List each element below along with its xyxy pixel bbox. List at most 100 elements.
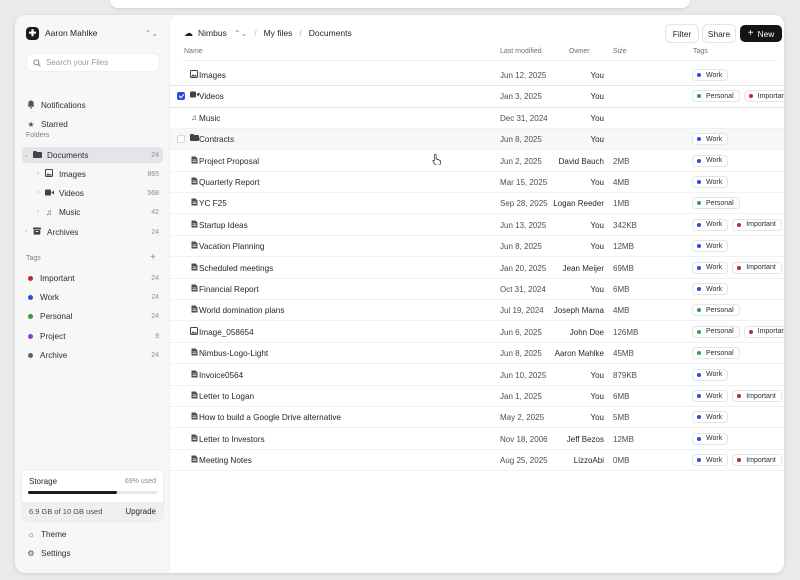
tag-pill[interactable]: Personal xyxy=(692,347,740,360)
breadcrumb-workspace[interactable]: Nimbus xyxy=(198,28,227,38)
breadcrumb-my-files[interactable]: My files xyxy=(264,28,293,38)
table-row[interactable]: YC F25 Sep 28, 2025 Logan Reeder 1MB Persona… xyxy=(170,193,784,215)
sidebar-folder-archives[interactable]: › Archives 24 xyxy=(22,224,163,240)
tag-pill[interactable]: Personal xyxy=(692,90,740,103)
upgrade-button[interactable]: Upgrade xyxy=(125,507,156,516)
file-name[interactable]: World domination plans xyxy=(199,306,284,315)
chevron-right-icon[interactable]: › xyxy=(34,209,42,215)
table-row[interactable]: World domination plans Jul 19, 2024 Joseph… xyxy=(170,300,784,322)
sidebar-tag-personal[interactable]: Personal 24 xyxy=(26,308,159,324)
nav-theme[interactable]: ☼ Theme xyxy=(26,526,159,542)
search-input[interactable] xyxy=(46,58,156,67)
tag-pill[interactable]: Work xyxy=(692,261,729,274)
tag-pill[interactable]: Important xyxy=(732,390,782,402)
table-row[interactable]: Letter to Logan Jan 1, 2025 You 6MB Work Impo… xyxy=(170,386,784,407)
new-button[interactable]: + New xyxy=(740,25,782,42)
table-row[interactable]: Contracts Jun 8, 2025 You Work xyxy=(170,129,784,151)
column-header-name[interactable]: Name xyxy=(184,48,203,55)
table-row[interactable]: Images Jun 12, 2025 You Work xyxy=(170,65,784,86)
tag-pill[interactable]: Work xyxy=(692,69,729,81)
account-switcher[interactable]: ✚ Aaron Mahlke ⌃⌄ xyxy=(26,26,158,40)
file-name[interactable]: Contracts xyxy=(199,135,234,144)
table-row[interactable]: Vacation Planning Jun 8, 2025 You 12MB Work xyxy=(170,236,784,258)
tag-pill[interactable]: Important xyxy=(732,454,782,467)
tag-pill[interactable]: Work xyxy=(692,240,729,253)
file-name[interactable]: Financial Report xyxy=(199,285,259,294)
sidebar-tag-project[interactable]: Project 9 xyxy=(26,328,159,344)
row-checkbox[interactable] xyxy=(177,135,185,144)
column-header-modified[interactable]: Last modified xyxy=(500,48,542,55)
tag-pill[interactable]: Work xyxy=(692,432,729,445)
nav-settings[interactable]: ⚙ Settings xyxy=(26,545,159,561)
sidebar-tag-work[interactable]: Work 24 xyxy=(26,289,159,305)
column-header-owner[interactable]: Owner xyxy=(569,48,590,55)
share-button[interactable]: Share xyxy=(703,25,735,42)
file-name[interactable]: Meeting Notes xyxy=(199,456,252,465)
tag-pill[interactable]: Important xyxy=(743,325,784,338)
tag-pill[interactable]: Work xyxy=(692,454,729,467)
file-name[interactable]: Startup Ideas xyxy=(199,221,248,230)
filter-button[interactable]: Filter xyxy=(666,25,698,42)
chevron-updown-icon[interactable]: ⌃⌄ xyxy=(234,29,247,38)
table-row[interactable]: Image_058654 Jun 6, 2025 John Doe 126MB Pers… xyxy=(170,322,784,343)
file-name[interactable]: Music xyxy=(199,114,220,123)
file-name[interactable]: Quarterly Report xyxy=(199,178,260,187)
column-header-tags[interactable]: Tags xyxy=(693,48,708,55)
table-row[interactable]: Invoice0564 Jun 10, 2025 You 879KB Work xyxy=(170,365,784,386)
table-row[interactable]: Financial Report Oct 31, 2024 You 6MB Work xyxy=(170,279,784,300)
sidebar-folder-documents[interactable]: ⌄ Documents 24 xyxy=(22,147,163,163)
file-name[interactable]: Letter to Logan xyxy=(199,392,254,401)
column-header-size[interactable]: Size xyxy=(613,48,627,55)
table-row[interactable]: How to build a Google Drive alternative M… xyxy=(170,407,784,429)
tag-pill[interactable]: Personal xyxy=(692,304,740,317)
tag-pill[interactable]: Personal xyxy=(692,197,740,210)
table-row[interactable]: Videos Jan 3, 2025 You Personal Important xyxy=(170,86,784,108)
tag-pill[interactable]: Work xyxy=(692,368,729,381)
sidebar-folder-images[interactable]: › Images 865 xyxy=(34,166,163,182)
sidebar-folder-videos[interactable]: › Videos 568 xyxy=(34,185,163,201)
tag-pill[interactable]: Work xyxy=(692,133,729,146)
file-name[interactable]: Scheduled meetings xyxy=(199,264,273,273)
file-name[interactable]: Vacation Planning xyxy=(199,242,264,251)
table-row[interactable]: ♫ Music Dec 31, 2024 You xyxy=(170,108,784,129)
table-row[interactable]: Meeting Notes Aug 25, 2025 LizzoAbi 0MB Work… xyxy=(170,450,784,472)
file-name[interactable]: Project Proposal xyxy=(199,157,259,166)
tag-pill[interactable]: Work xyxy=(692,154,729,167)
table-row[interactable]: Quarterly Report Mar 15, 2025 You 4MB Work xyxy=(170,172,784,193)
nav-notifications[interactable]: Notifications xyxy=(26,97,159,113)
sidebar-tag-archive[interactable]: Archive 24 xyxy=(26,347,159,363)
file-name[interactable]: YC F25 xyxy=(199,199,227,208)
file-name[interactable]: Nimbus-Logo-Light xyxy=(199,349,268,358)
file-name[interactable]: Invoice0564 xyxy=(199,371,243,380)
row-checkbox[interactable] xyxy=(177,92,185,101)
tag-pill[interactable]: Work xyxy=(692,390,729,402)
file-name[interactable]: Videos xyxy=(199,92,224,101)
sidebar-folder-music[interactable]: › ♫ Music 42 xyxy=(34,204,163,220)
table-row[interactable]: Project Proposal Jun 2, 2025 David Bauch 2M… xyxy=(170,151,784,172)
chevron-right-icon[interactable]: › xyxy=(34,190,42,196)
tag-pill[interactable]: Work xyxy=(692,411,729,424)
tag-pill[interactable]: Important xyxy=(732,218,782,231)
add-tag-icon[interactable]: + xyxy=(150,252,156,263)
tag-pill[interactable]: Work xyxy=(692,218,729,231)
nav-starred[interactable]: ★ Starred xyxy=(26,116,159,132)
tag-pill[interactable]: Personal xyxy=(692,325,740,338)
sidebar-tag-important[interactable]: Important 24 xyxy=(26,270,159,286)
file-modified: Jun 13, 2025 xyxy=(500,220,547,230)
search-box[interactable] xyxy=(27,54,159,71)
file-name[interactable]: How to build a Google Drive alternative xyxy=(199,413,341,422)
file-name[interactable]: Images xyxy=(199,71,226,80)
chevron-down-icon[interactable]: ⌄ xyxy=(22,152,30,159)
file-name[interactable]: Image_058654 xyxy=(199,328,254,337)
tag-pill[interactable]: Work xyxy=(692,176,729,188)
table-row[interactable]: Nimbus-Logo-Light Jun 8, 2025 Aaron Mahlke… xyxy=(170,343,784,365)
chevron-right-icon[interactable]: › xyxy=(34,171,42,177)
table-row[interactable]: Letter to Investors Nov 18, 2006 Jeff Bezo… xyxy=(170,429,784,450)
tag-pill[interactable]: Work xyxy=(692,283,729,295)
table-row[interactable]: Startup Ideas Jun 13, 2025 You 342KB Work Imp… xyxy=(170,215,784,236)
tag-pill[interactable]: Important xyxy=(743,90,784,103)
table-row[interactable]: Scheduled meetings Jan 20, 2025 Jean Meije… xyxy=(170,258,784,279)
chevron-right-icon[interactable]: › xyxy=(22,229,30,235)
file-name[interactable]: Letter to Investors xyxy=(199,435,265,444)
tag-pill[interactable]: Important xyxy=(732,261,782,274)
